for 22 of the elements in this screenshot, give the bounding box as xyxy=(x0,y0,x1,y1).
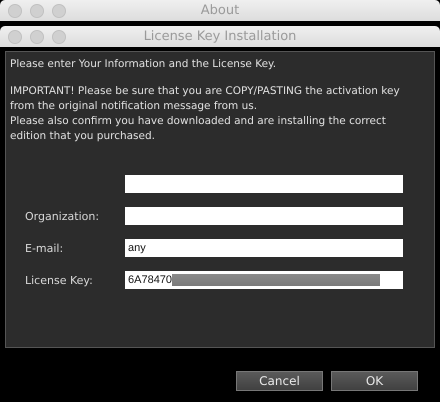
field-label: Organization: xyxy=(25,210,100,222)
field-label: E-mail: xyxy=(25,242,64,254)
notice-text: Please also confirm you have downloaded and are installing the correct xyxy=(10,114,387,129)
window-control-icon[interactable] xyxy=(52,4,66,18)
notice-text: IMPORTANT! Please be sure that you are COPY/PASTING the activation key xyxy=(10,84,401,99)
intro-text: Please enter Your Information and the License Key. xyxy=(10,57,278,72)
dialog-button[interactable]: OK xyxy=(331,371,418,391)
input-field[interactable] xyxy=(125,207,403,225)
input-field[interactable]: any xyxy=(125,239,403,257)
window-title: About xyxy=(200,3,240,18)
input-field[interactable]: 6A78470 xyxy=(125,271,403,289)
window-control-icon[interactable] xyxy=(8,4,22,18)
window-control-icon[interactable] xyxy=(30,4,44,18)
dialog-button[interactable]: Cancel xyxy=(236,371,323,391)
input-field[interactable] xyxy=(125,175,403,193)
window-control-icon[interactable] xyxy=(52,30,66,44)
field-label: License Key: xyxy=(25,274,93,286)
window-control-icon[interactable] xyxy=(8,30,22,44)
notice-text: edition that you purchased. xyxy=(10,129,156,144)
window-title: License Key Installation xyxy=(144,29,296,44)
window-control-icon[interactable] xyxy=(30,30,44,44)
notice-text: from the original notification message from us. xyxy=(10,99,258,114)
